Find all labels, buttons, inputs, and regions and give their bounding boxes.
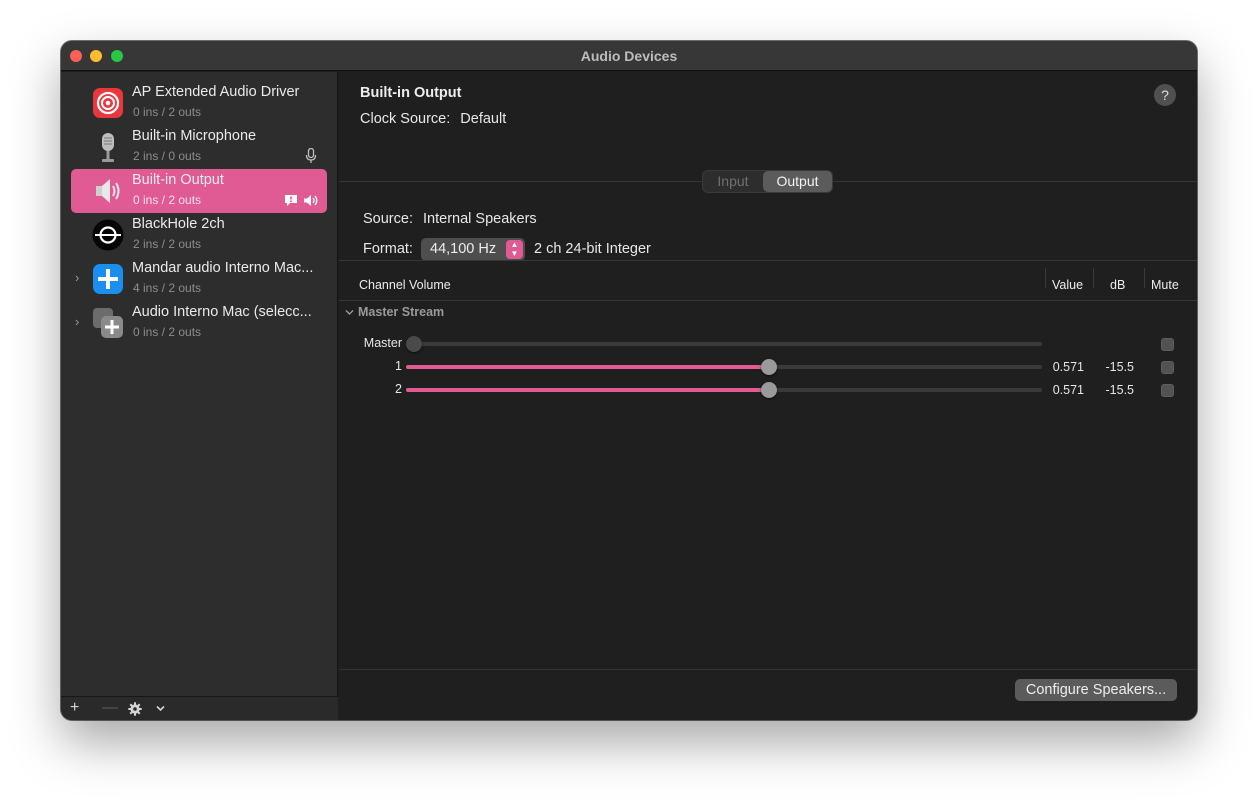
master-volume-slider[interactable]	[406, 336, 1042, 352]
device-item-built-in-microphone[interactable]: Built-in Microphone 2 ins / 0 outs	[71, 125, 327, 169]
blackhole-icon	[92, 219, 124, 251]
device-name: Mandar audio Interno Mac...	[132, 260, 314, 276]
channel-2-value: 0.571	[1052, 383, 1084, 397]
divider	[339, 260, 1197, 261]
device-title: Built-in Output	[360, 85, 462, 101]
channel-2-db: -15.5	[1105, 383, 1135, 397]
multi-output-icon	[93, 264, 123, 294]
mute-checkbox-2[interactable]	[1161, 384, 1174, 397]
input-output-tabs: Input Output	[702, 170, 833, 193]
device-item-blackhole[interactable]: BlackHole 2ch 2 ins / 2 outs	[71, 213, 327, 257]
speaker-icon	[96, 179, 120, 203]
channel-1-volume-slider[interactable]	[406, 359, 1042, 375]
chevron-down-icon[interactable]	[345, 309, 354, 316]
device-item-ap-extended[interactable]: AP Extended Audio Driver 0 ins / 2 outs	[71, 81, 327, 125]
column-divider	[1093, 268, 1094, 288]
source-label: Source:	[363, 211, 413, 227]
sample-rate-value: 44,100 Hz	[430, 241, 497, 257]
header-channel-volume: Channel Volume	[359, 278, 451, 292]
default-output-icon	[304, 195, 318, 206]
chevron-down-icon[interactable]	[156, 705, 165, 712]
device-name: AP Extended Audio Driver	[132, 84, 300, 100]
device-item-audio-interno[interactable]: › Audio Interno Mac (selecc... 0 ins / 2…	[71, 301, 327, 345]
aggregate-device-icon	[93, 308, 123, 338]
slider-fill	[406, 365, 770, 369]
remove-device-button[interactable]: —	[102, 699, 118, 717]
header-db: dB	[1110, 278, 1126, 292]
ap-target-icon	[93, 88, 123, 118]
device-name: Audio Interno Mac (selecc...	[132, 304, 312, 320]
device-sidebar: AP Extended Audio Driver 0 ins / 2 outs …	[61, 72, 338, 720]
device-item-mandar-audio[interactable]: › Mandar audio Interno Mac... 4 ins / 2 …	[71, 257, 327, 301]
device-io: 2 ins / 0 outs	[133, 149, 202, 163]
channel-label-2: 2	[395, 382, 402, 396]
format-description: 2 ch 24-bit Integer	[534, 241, 651, 257]
header-mute: Mute	[1151, 278, 1179, 292]
device-detail-pane: Built-in Output Clock Source: Default ? …	[339, 72, 1197, 720]
device-io: 0 ins / 2 outs	[133, 193, 202, 207]
group-title: Master Stream	[358, 305, 445, 319]
clock-source-label: Clock Source:	[360, 111, 451, 127]
device-name: Built-in Microphone	[132, 128, 257, 144]
slider-knob[interactable]	[761, 359, 778, 375]
sidebar-footer: + —	[61, 696, 338, 720]
add-device-button[interactable]: +	[70, 699, 79, 717]
master-stream-group[interactable]: Master Stream	[345, 305, 444, 319]
channel-1-db: -15.5	[1105, 360, 1135, 374]
stepper-arrows-icon: ▲ ▼	[506, 240, 523, 259]
slider-knob[interactable]	[406, 336, 422, 352]
mic-input-icon	[305, 148, 317, 163]
help-button[interactable]: ?	[1154, 84, 1176, 106]
slider-fill	[406, 388, 770, 392]
format-label: Format:	[363, 241, 413, 257]
mute-checkbox-master[interactable]	[1161, 338, 1174, 351]
microphone-icon	[102, 133, 114, 162]
title-bar[interactable]: Audio Devices	[61, 41, 1197, 71]
source-value: Internal Speakers	[423, 211, 537, 227]
device-io: 0 ins / 2 outs	[133, 325, 202, 339]
header-value: Value	[1052, 278, 1084, 292]
clock-source-value[interactable]: Default	[460, 111, 506, 127]
source-row: Source: Internal Speakers	[363, 211, 537, 227]
channel-2-volume-slider[interactable]	[406, 382, 1042, 398]
configure-speakers-button[interactable]: Configure Speakers...	[1015, 679, 1177, 701]
device-name: Built-in Output	[132, 172, 224, 188]
channel-1-value: 0.571	[1052, 360, 1084, 374]
chevron-right-icon[interactable]: ›	[75, 270, 79, 285]
device-name: BlackHole 2ch	[132, 216, 225, 232]
channel-label-1: 1	[395, 359, 402, 373]
device-io: 2 ins / 2 outs	[133, 237, 202, 251]
sample-rate-select[interactable]: 44,100 Hz ▲ ▼	[421, 238, 525, 261]
column-divider	[1144, 268, 1145, 288]
tab-input[interactable]: Input	[703, 171, 763, 192]
device-item-built-in-output[interactable]: Built-in Output 0 ins / 2 outs	[71, 169, 327, 213]
audio-devices-window: Audio Devices AP Extended Audio Driver 0…	[61, 41, 1197, 720]
chevron-right-icon[interactable]: ›	[75, 314, 79, 329]
divider	[339, 300, 1197, 301]
tab-output[interactable]: Output	[763, 171, 832, 192]
window-title: Audio Devices	[580, 48, 678, 64]
bottom-bar: Configure Speakers...	[339, 669, 1197, 720]
slider-knob[interactable]	[761, 382, 778, 398]
device-io: 0 ins / 2 outs	[133, 105, 202, 119]
clock-source-row: Clock Source: Default	[360, 111, 506, 127]
channel-label-master: Master	[363, 336, 402, 350]
gear-icon[interactable]	[128, 702, 142, 716]
system-alert-icon	[285, 195, 297, 206]
mute-checkbox-1[interactable]	[1161, 361, 1174, 374]
device-io: 4 ins / 2 outs	[133, 281, 202, 295]
column-divider	[1045, 268, 1046, 288]
